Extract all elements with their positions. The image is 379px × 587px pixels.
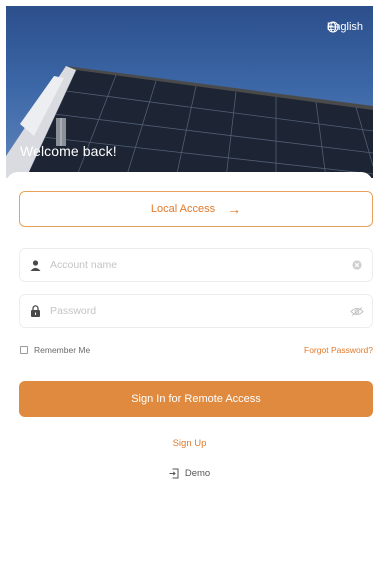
login-card: Local Access → Account name Remember Me … (6, 172, 373, 584)
eye-icon[interactable] (342, 306, 372, 316)
clear-icon[interactable] (342, 260, 372, 270)
demo-label: Demo (184, 468, 211, 479)
local-access-label: Local Access (150, 203, 216, 215)
remember-me-label: Remember Me (34, 345, 91, 355)
account-field[interactable] (19, 248, 373, 282)
forgot-password-link[interactable]: Forgot Password? (304, 345, 373, 355)
checkbox-box[interactable] (20, 346, 28, 354)
password-input[interactable] (50, 305, 342, 317)
arrow-right-icon: → (227, 201, 242, 217)
password-field[interactable] (19, 294, 373, 328)
globe-icon (327, 21, 339, 33)
signup-link: Sign Up (6, 438, 373, 449)
account-input[interactable] (50, 259, 342, 271)
lock-icon (20, 305, 50, 317)
hero-banner: English Welcome back! (6, 6, 373, 178)
local-access-button[interactable]: Local Access → (19, 191, 373, 227)
login-screen: English Welcome back! Local Access → Acc… (6, 6, 373, 584)
remember-me-checkbox[interactable]: Remember Me (20, 345, 90, 355)
remote-signin-button[interactable]: Sign In for Remote Access (19, 381, 373, 417)
user-icon (20, 259, 50, 271)
login-icon (169, 468, 179, 479)
demo-link[interactable]: Demo (6, 468, 373, 479)
language-selector[interactable]: English (327, 21, 363, 33)
signup-label[interactable]: Sign Up (173, 438, 207, 449)
welcome-heading: Welcome back! (20, 143, 117, 159)
